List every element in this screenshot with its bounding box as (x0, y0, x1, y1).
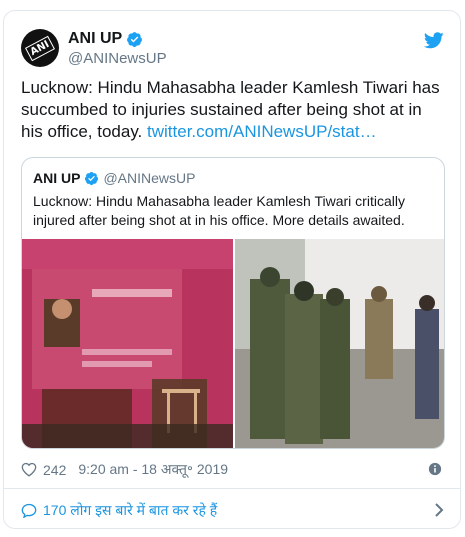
verified-badge-icon (85, 171, 99, 185)
avatar[interactable]: ANI (21, 29, 59, 67)
chevron-right-icon[interactable] (434, 502, 444, 518)
footer-divider (4, 488, 460, 489)
quoted-tweet-header: ANI UP @ANINewsUP (33, 170, 195, 186)
tweet-header: ANI ANI UP @ANINewsUP (21, 28, 444, 68)
embedded-tweet-card: ANI ANI UP @ANINewsUP Lucknow: Hindu Mah… (3, 10, 461, 529)
quoted-media[interactable] (22, 239, 444, 448)
reply-bubble-icon (21, 503, 37, 518)
like-count[interactable]: 242 (43, 462, 66, 478)
verified-badge-icon (127, 31, 143, 47)
police-photo-scene (235, 239, 444, 448)
heart-icon[interactable] (21, 462, 37, 477)
office-photo-scene (22, 239, 233, 448)
author-handle[interactable]: @ANINewsUP (68, 50, 167, 67)
quoted-tweet[interactable]: ANI UP @ANINewsUP Lucknow: Hindu Mahasab… (21, 157, 445, 449)
replies-link[interactable]: 170 लोग इस बारे में बात कर रहे हैं (21, 499, 444, 521)
twitter-bird-icon[interactable] (424, 32, 444, 49)
office-photo[interactable] (22, 239, 233, 448)
info-icon[interactable] (428, 462, 442, 476)
avatar-logo: ANI (25, 35, 55, 61)
police-photo[interactable] (235, 239, 444, 448)
author-display-name[interactable]: ANI UP (68, 30, 122, 48)
quoted-tweet-text: Lucknow: Hindu Mahasabha leader Kamlesh … (33, 193, 405, 228)
quoted-display-name: ANI UP (33, 170, 81, 186)
tweet-timestamp[interactable]: 9:20 am - 18 अक्तू॰ 2019 (78, 460, 228, 479)
author-names[interactable]: ANI UP @ANINewsUP (68, 29, 167, 67)
tweet-text: Lucknow: Hindu Mahasabha leader Kamlesh … (21, 77, 441, 143)
tweet-footer-meta: 242 9:20 am - 18 अक्तू॰ 2019 (21, 460, 228, 479)
quoted-handle: @ANINewsUP (103, 170, 196, 186)
replies-label[interactable]: 170 लोग इस बारे में बात कर रहे हैं (43, 501, 217, 520)
tweet-link[interactable]: twitter.com/ANINewsUP/stat… (147, 122, 377, 141)
